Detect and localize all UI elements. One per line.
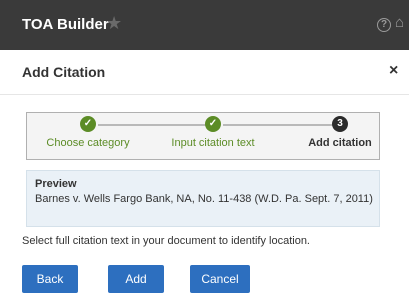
- step-label: Choose category: [46, 137, 130, 149]
- citation-preview: Preview Barnes v. Wells Fargo Bank, NA, …: [26, 170, 380, 227]
- preview-title: Preview: [35, 178, 77, 190]
- step-choose-category: ✓ Choose category: [38, 116, 138, 150]
- home-icon[interactable]: ⌂: [395, 15, 404, 31]
- app-titlebar: TOA Builder ★ ? ⌂: [0, 0, 409, 50]
- preview-text: Barnes v. Wells Fargo Bank, NA, No. 11-4…: [35, 193, 373, 205]
- close-icon[interactable]: ×: [389, 62, 398, 80]
- dialog-header: Add Citation ×: [0, 50, 409, 95]
- step-check-icon: ✓: [205, 116, 221, 132]
- step-number-icon: 3: [332, 116, 348, 132]
- app-title: TOA Builder: [22, 16, 109, 33]
- help-icon[interactable]: ?: [377, 18, 391, 32]
- step-input-citation: ✓ Input citation text: [163, 116, 263, 150]
- instructions-text: Select full citation text in your docume…: [22, 235, 310, 247]
- step-check-icon: ✓: [80, 116, 96, 132]
- add-button[interactable]: Add: [108, 265, 164, 293]
- step-label: Input citation text: [171, 137, 255, 149]
- cancel-button[interactable]: Cancel: [190, 265, 250, 293]
- star-icon[interactable]: ★: [106, 14, 122, 32]
- step-add-citation: 3 Add citation: [290, 116, 390, 150]
- back-button[interactable]: Back: [22, 265, 78, 293]
- dialog-title: Add Citation: [22, 64, 106, 80]
- step-label: Add citation: [308, 137, 372, 149]
